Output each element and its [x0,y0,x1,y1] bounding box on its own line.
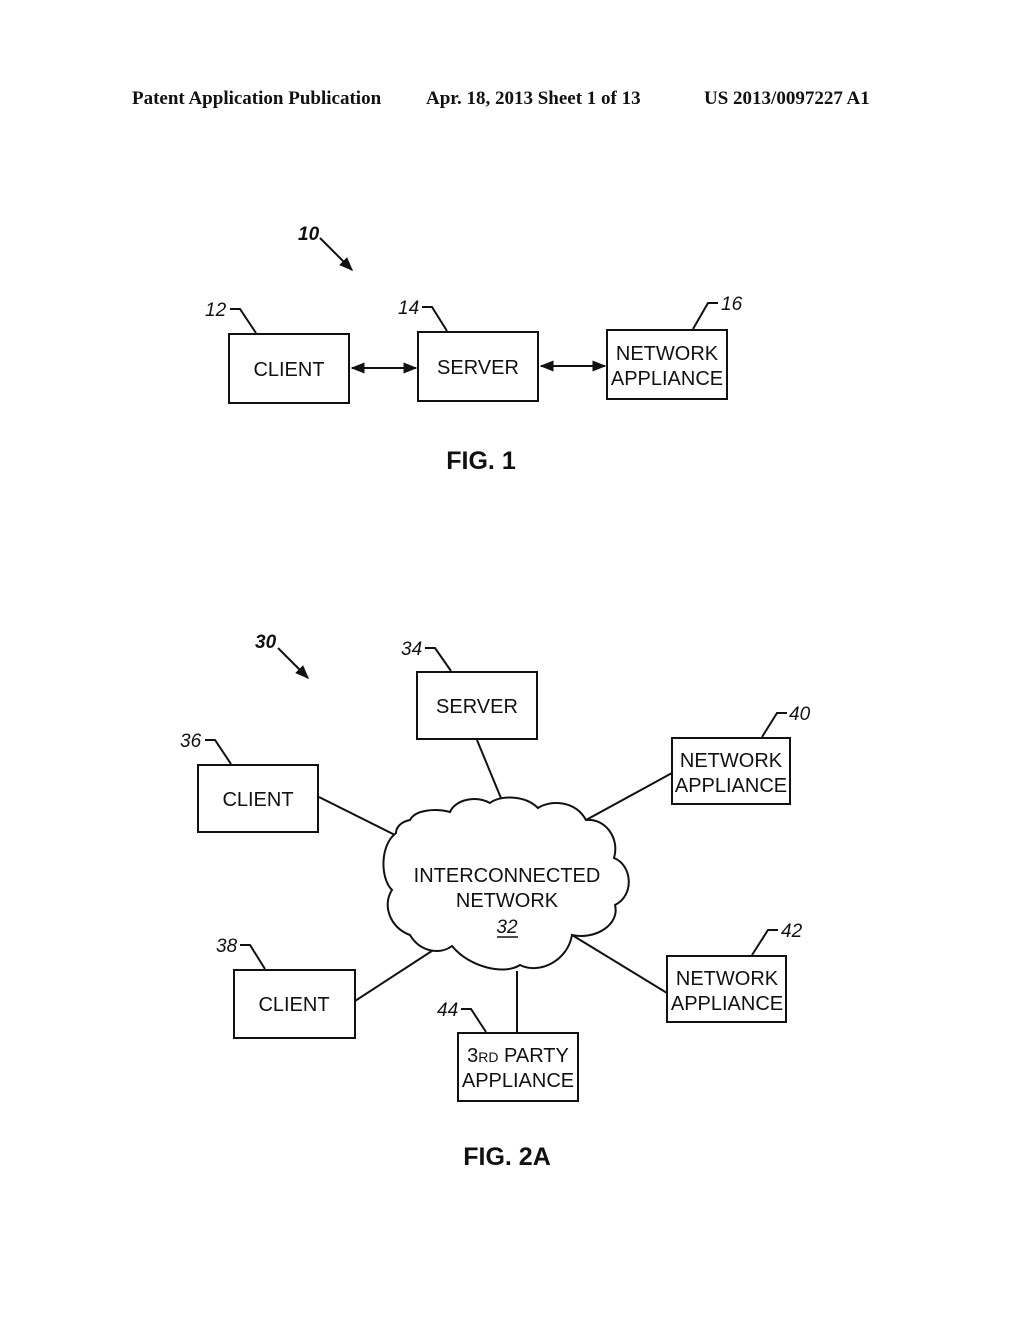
3rd-party-label-line2: APPLIANCE [462,1070,574,1092]
leader-line-42 [751,929,778,956]
figure-1: 10 12 CLIENT 14 SERVER 16 NETWORK APPLIA… [205,224,743,475]
fig2a-client-38-node: 38 CLIENT [216,936,356,1039]
fig1-ref-arrow [319,237,353,271]
figure-2a: 30 INTERCONNECTED NETWORK 32 34 SERVER 3… [180,632,811,1171]
3rd-party-suffix: RD [478,1049,498,1065]
network-appliance-label-line1: NETWORK [616,343,719,365]
fig1-ref-label: 10 [298,224,320,245]
ref-16: 16 [721,294,743,315]
link-network-client-38 [354,946,439,1002]
fig1-server-node: 14 SERVER [398,298,539,402]
leader-line-38 [240,944,266,970]
network-label-line2: NETWORK [456,890,559,912]
3rd-party-prefix: 3 [467,1045,478,1067]
server-label-34: SERVER [436,696,518,718]
leader-line-40 [761,712,787,738]
ref-42: 42 [781,921,803,942]
fig2a-server-node: 34 SERVER [401,639,538,740]
ref-14: 14 [398,298,419,319]
network-appliance-42-line2: APPLIANCE [671,993,783,1015]
fig2a-client-36-node: 36 CLIENT [180,731,319,833]
network-appliance-40-line2: APPLIANCE [675,775,787,797]
ref-38: 38 [216,936,238,957]
fig1-client-node: 12 CLIENT [205,300,350,404]
leader-line-44 [461,1008,487,1033]
link-network-client-36 [318,796,396,836]
client-label: CLIENT [253,359,324,381]
fig2a-ref-label: 30 [255,632,277,653]
link-network-server [476,739,504,804]
ref-34: 34 [401,639,422,660]
client-label-36: CLIENT [222,789,293,811]
network-appliance-42-line1: NETWORK [676,968,779,990]
link-network-appliance-40 [585,772,673,821]
fig2a-network-appliance-40-node: 40 NETWORK APPLIANCE [671,704,811,805]
3rd-party-word: PARTY [504,1045,569,1067]
server-label: SERVER [437,357,519,379]
network-label-line1: INTERCONNECTED [414,865,601,887]
network-appliance-40-line1: NETWORK [680,750,783,772]
ref-44: 44 [437,1000,458,1021]
fig2a-ref-arrow [277,647,309,679]
network-appliance-label-line2: APPLIANCE [611,368,723,390]
leader-line-14 [422,306,448,332]
leader-line-34 [425,647,452,672]
fig2a-caption: FIG. 2A [463,1143,551,1171]
leader-line-16 [692,302,718,330]
link-network-appliance-42 [571,934,668,994]
fig1-network-appliance-node: 16 NETWORK APPLIANCE [606,294,743,400]
ref-12: 12 [205,300,227,321]
leader-line-36 [205,739,232,765]
fig1-caption: FIG. 1 [446,447,516,475]
3rd-party-label-line1: 3RD PARTY [467,1045,569,1067]
ref-32: 32 [496,917,518,938]
ref-40: 40 [789,704,811,725]
ref-36: 36 [180,731,202,752]
fig2a-network-appliance-42-node: 42 NETWORK APPLIANCE [666,921,803,1023]
leader-line-12 [230,308,257,334]
patent-drawing: 10 12 CLIENT 14 SERVER 16 NETWORK APPLIA… [180,224,811,1171]
fig2a-3rd-party-appliance-node: 44 3RD PARTY APPLIANCE [437,1000,579,1102]
interconnected-network-cloud: INTERCONNECTED NETWORK 32 [382,796,630,971]
client-label-38: CLIENT [258,994,329,1016]
